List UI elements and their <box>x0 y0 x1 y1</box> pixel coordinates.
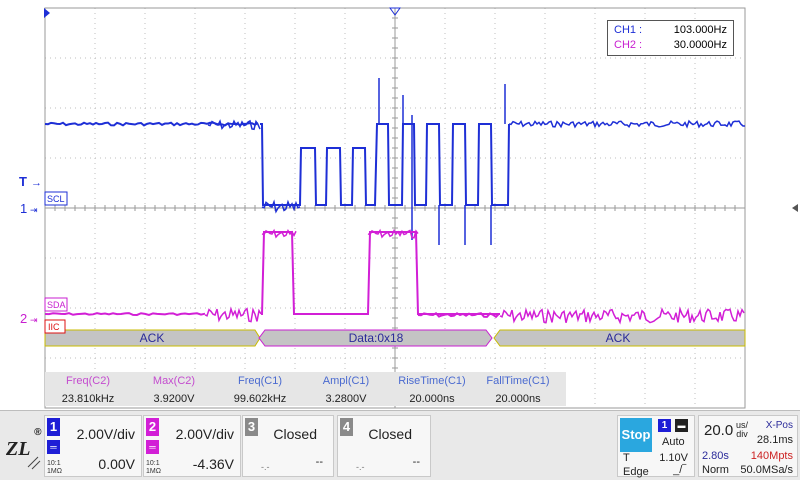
memory-depth[interactable]: 140Mpts <box>751 450 793 462</box>
trigger-panel[interactable]: Stop 1 ▬ Auto T 1.10V Edge _/‾ <box>617 415 695 478</box>
svg-text:SCL: SCL <box>47 194 65 204</box>
svg-text:⇥: ⇥ <box>30 315 38 325</box>
meas-risetime-c1[interactable]: RiseTime(C1) 20.000ns <box>389 372 475 406</box>
decode-ack-label-2: ACK <box>606 331 631 345</box>
meas-max-c2[interactable]: Max(C2) 3.9200V <box>131 372 217 406</box>
scl-tag: SCL <box>44 191 68 206</box>
measurement-bar[interactable]: Freq(C2) 23.810kHz Max(C2) 3.9200V Freq(C1… <box>45 372 566 406</box>
rising-edge-icon: _/‾ <box>673 464 686 476</box>
trigger-source[interactable]: 1 <box>658 419 671 432</box>
svg-text:ZL: ZL <box>5 438 30 460</box>
ch3-panel[interactable]: 3 Closed -.- -- <box>242 415 334 477</box>
svg-text:SDA: SDA <box>47 300 66 310</box>
timebase-panel[interactable]: 20.0 us/div X-Pos 28.1ms 2.80s 140Mpts N… <box>698 415 798 477</box>
ch3-status[interactable]: Closed <box>273 426 317 442</box>
sda-tag: SDA <box>44 297 68 312</box>
ch4-coupling-placeholder: -.- <box>356 462 365 472</box>
ch4-panel[interactable]: 4 Closed -.- -- <box>337 415 431 477</box>
ch1-impedance: 10:1 1MΩ <box>47 460 62 475</box>
ch1-ground-marker[interactable]: 1 ⇥ <box>20 201 38 216</box>
ch2-offset[interactable]: -4.36V <box>193 456 234 472</box>
timebase-unit: us/div <box>736 420 749 439</box>
frequency-counter: CH1 : 103.000Hz CH2 : 30.0000Hz <box>607 20 734 56</box>
acquire-mode[interactable]: Norm <box>702 464 729 476</box>
ch3-offset: -- <box>315 456 323 468</box>
memory-time: 2.80s <box>702 450 729 462</box>
ch2-ground-marker[interactable]: 2 ⇥ <box>20 311 38 326</box>
dc-coupling-icon: ═ <box>146 440 159 454</box>
dc-coupling-icon: ═ <box>47 440 60 454</box>
svg-text:1: 1 <box>20 201 27 216</box>
svg-text:⇥: ⇥ <box>30 205 38 215</box>
meas-ampl-c1[interactable]: Ampl(C1) 3.2800V <box>303 372 389 406</box>
ch4-status[interactable]: Closed <box>368 426 412 442</box>
zlg-logo-icon: ZL ® <box>5 427 42 470</box>
graticule: ACK Data:0x18 ACK 1 ⇥ 2 ⇥ T → SCL SDA II… <box>19 7 798 409</box>
decode-data-label: Data:0x18 <box>349 331 404 345</box>
trigger-level-label: T <box>623 452 630 464</box>
freq-row-ch2: CH2 : 30.0000Hz <box>614 39 727 51</box>
trigger-menu-icon[interactable]: ▬ <box>675 419 688 432</box>
ch1-vdiv[interactable]: 2.00V/div <box>77 426 135 442</box>
meas-freq-c2[interactable]: Freq(C2) 23.810kHz <box>45 372 131 406</box>
xpos-label: X-Pos <box>765 420 793 431</box>
xpos-value[interactable]: 28.1ms <box>757 434 793 446</box>
ch1-offset[interactable]: 0.00V <box>98 456 135 472</box>
iic-tag: IIC <box>44 319 66 334</box>
right-edge-marker <box>792 204 798 212</box>
status-bar: ZL ® 1 ═ 10:1 1MΩ 2.00V/div 0.00V 2 ═ 10:… <box>0 410 800 480</box>
iic-decode-bus: ACK Data:0x18 ACK <box>44 329 746 347</box>
ch2-panel[interactable]: 2 ═ 10:1 1MΩ 2.00V/div -4.36V <box>143 415 241 477</box>
trigger-level-marker[interactable]: T → <box>19 174 42 189</box>
trigger-mode[interactable]: Auto <box>662 436 685 448</box>
meas-falltime-c1[interactable]: FallTime(C1) 20.000ns <box>475 372 561 406</box>
waveform-display[interactable]: ACK Data:0x18 ACK 1 ⇥ 2 ⇥ T → SCL SDA II… <box>0 0 800 410</box>
svg-text:2: 2 <box>20 311 27 326</box>
ch1-panel[interactable]: 1 ═ 10:1 1MΩ 2.00V/div 0.00V <box>44 415 142 477</box>
svg-text:→: → <box>31 177 42 189</box>
ch2-vdiv[interactable]: 2.00V/div <box>176 426 234 442</box>
brand-logo: ZL ® <box>4 423 42 473</box>
ch3-coupling-placeholder: -.- <box>261 462 270 472</box>
meas-freq-c1[interactable]: Freq(C1) 99.602kHz <box>217 372 303 406</box>
trigger-type[interactable]: Edge <box>623 466 649 478</box>
svg-text:®: ® <box>34 427 42 438</box>
freq-row-ch1: CH1 : 103.000Hz <box>614 24 727 36</box>
decode-ack-label: ACK <box>140 331 165 345</box>
sample-rate: 50.0MSa/s <box>740 464 793 476</box>
ch2-impedance: 10:1 1MΩ <box>146 460 161 475</box>
svg-text:IIC: IIC <box>48 322 60 332</box>
svg-text:T: T <box>19 174 27 189</box>
ch4-offset: -- <box>412 456 420 468</box>
trigger-level[interactable]: 1.10V <box>659 452 688 464</box>
timebase-value[interactable]: 20.0 <box>704 422 733 439</box>
run-stop-button[interactable]: Stop <box>620 418 652 452</box>
